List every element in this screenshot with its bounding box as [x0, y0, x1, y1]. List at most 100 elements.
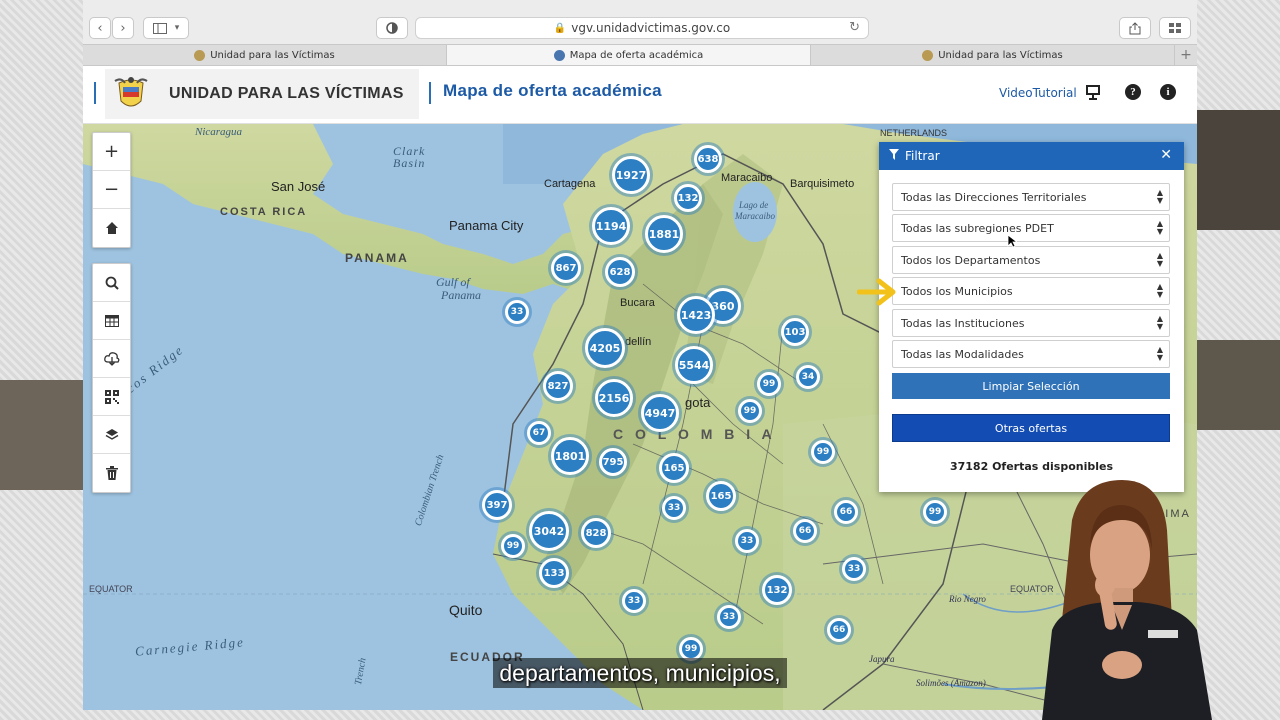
tab-unidad-2[interactable]: Unidad para las Víctimas	[811, 45, 1175, 65]
background-blur-left	[0, 380, 83, 490]
forward-icon[interactable]: ›	[112, 17, 134, 39]
help-glyph: ?	[1125, 84, 1141, 100]
address-bar[interactable]: 🔒 vgv.unidadvictimas.gov.co ↻	[415, 17, 869, 39]
cluster-marker[interactable]: 1423	[677, 296, 715, 334]
tool-controls	[92, 263, 131, 493]
privacy-shield-button[interactable]	[376, 17, 408, 39]
cluster-marker[interactable]: 67	[527, 421, 551, 445]
cluster-marker[interactable]: 1801	[551, 437, 589, 475]
qr-code-icon[interactable]	[93, 378, 130, 416]
cluster-marker[interactable]: 397	[482, 490, 512, 520]
tab-mapa[interactable]: Mapa de oferta académica	[447, 45, 811, 65]
cluster-marker[interactable]: 99	[811, 440, 835, 464]
page-title: Mapa de oferta académica	[443, 81, 662, 100]
cluster-marker[interactable]: 99	[923, 500, 947, 524]
cluster-marker[interactable]: 165	[659, 453, 689, 483]
cluster-marker[interactable]: 867	[551, 253, 581, 283]
cluster-marker[interactable]: 99	[738, 399, 762, 423]
pdet-select[interactable]: Todas las subregiones PDET ▲ ▼	[892, 214, 1170, 242]
map-label: San José	[271, 179, 326, 194]
cluster-marker[interactable]: 33	[735, 529, 759, 553]
cluster-marker[interactable]: 5544	[675, 346, 713, 384]
cluster-marker[interactable]: 827	[543, 371, 573, 401]
territorial-select[interactable]: Todas las Direcciones Territoriales ▲ ▼	[892, 183, 1170, 211]
sort-arrows-icon: ▲ ▼	[1156, 219, 1163, 236]
header-divider	[94, 82, 96, 104]
cluster-marker[interactable]: 33	[505, 300, 529, 324]
cluster-marker[interactable]: 33	[842, 557, 866, 581]
presentation-icon[interactable]	[1083, 82, 1103, 102]
cluster-marker[interactable]: 3042	[529, 511, 569, 551]
cluster-marker[interactable]: 33	[662, 496, 686, 520]
departamento-select[interactable]: Todos los Departamentos ▲ ▼	[892, 246, 1170, 274]
cluster-marker[interactable]: 133	[539, 558, 569, 588]
tab-label: Mapa de oferta académica	[569, 49, 704, 61]
sidebar-toggle-button[interactable]: ▾	[143, 17, 189, 39]
tab-bar: Unidad para las Víctimas Mapa de oferta …	[83, 44, 1197, 66]
institucion-select[interactable]: Todas las Instituciones ▲ ▼	[892, 309, 1170, 337]
video-tutorial-link[interactable]: VideoTutorial	[999, 86, 1077, 100]
share-button[interactable]	[1119, 17, 1151, 39]
cluster-marker[interactable]: 99	[501, 534, 525, 558]
cloud-download-icon[interactable]	[93, 340, 130, 378]
zoom-out-icon[interactable]: −	[93, 171, 130, 209]
tab-unidad-1[interactable]: Unidad para las Víctimas	[83, 45, 447, 65]
back-icon[interactable]: ‹	[89, 17, 111, 39]
cluster-marker[interactable]: 33	[717, 605, 741, 629]
filter-header: Filtrar ✕	[879, 142, 1184, 170]
map-label: Cartagena	[544, 178, 596, 190]
cluster-marker[interactable]: 66	[793, 519, 817, 543]
map-label: C O L O M B I A	[613, 426, 776, 442]
modalidad-select[interactable]: Todas las Modalidades ▲ ▼	[892, 340, 1170, 368]
cluster-marker[interactable]: 1881	[645, 215, 683, 253]
cluster-marker[interactable]: 33	[622, 589, 646, 613]
cluster-marker[interactable]: 99	[757, 372, 781, 396]
sort-arrows-icon: ▲ ▼	[1156, 282, 1163, 299]
zoom-in-icon[interactable]: +	[93, 133, 130, 171]
map-label: Nicaragua	[195, 126, 243, 138]
home-icon[interactable]	[93, 209, 130, 247]
cluster-marker[interactable]: 1927	[612, 156, 650, 194]
map-label: Barquisimeto	[790, 178, 855, 190]
cluster-marker[interactable]: 66	[834, 500, 858, 524]
cluster-marker[interactable]: 2156	[595, 379, 633, 417]
cluster-marker[interactable]: 628	[605, 257, 635, 287]
cluster-marker[interactable]: 828	[581, 518, 611, 548]
tab-overview-button[interactable]	[1159, 17, 1191, 39]
map-label: Maracaibo	[721, 172, 773, 184]
map-label: Bucara	[620, 297, 655, 309]
map-label: Panama	[441, 288, 481, 302]
new-tab-icon[interactable]: +	[1175, 45, 1197, 65]
select-value: Todas las Direcciones Territoriales	[901, 190, 1087, 204]
cluster-marker[interactable]: 4947	[641, 394, 679, 432]
map-label: gota	[685, 395, 711, 410]
cluster-marker[interactable]: 34	[796, 365, 820, 389]
background-blur-right	[1197, 110, 1280, 230]
cluster-marker[interactable]: 4205	[585, 328, 625, 368]
help-icon[interactable]: ?	[1123, 82, 1143, 102]
cluster-marker[interactable]: 795	[599, 448, 627, 476]
reload-icon[interactable]: ↻	[849, 20, 860, 35]
cluster-marker[interactable]: 103	[781, 318, 809, 346]
cluster-marker[interactable]: 165	[706, 481, 736, 511]
lock-icon: 🔒	[553, 22, 567, 34]
cluster-marker[interactable]: 638	[694, 145, 722, 173]
favicon-icon	[553, 49, 565, 61]
cluster-marker[interactable]: 132	[762, 575, 792, 605]
search-icon[interactable]	[93, 264, 130, 302]
subtitle-text: departamentos, municipios,	[493, 658, 787, 688]
table-icon[interactable]	[93, 302, 130, 340]
browser-toolbar: ‹ › ▾ 🔒 vgv.unidadvictimas.gov.co ↻	[83, 0, 1197, 44]
select-value: Todas las Instituciones	[901, 316, 1025, 330]
info-icon[interactable]: i	[1158, 82, 1178, 102]
trash-icon[interactable]	[93, 454, 130, 492]
org-name: UNIDAD PARA LAS VÍCTIMAS	[169, 85, 404, 102]
layers-icon[interactable]	[93, 416, 130, 454]
close-icon[interactable]: ✕	[1160, 147, 1172, 163]
org-logo[interactable]: UNIDAD PARA LAS VÍCTIMAS	[105, 69, 419, 119]
municipio-select[interactable]: Todos los Municipios ▲ ▼	[892, 277, 1170, 305]
cluster-marker[interactable]: 132	[674, 184, 702, 212]
cluster-marker[interactable]: 1194	[592, 207, 630, 245]
filter-title: Filtrar	[905, 149, 940, 163]
cluster-marker[interactable]: 66	[827, 618, 851, 642]
